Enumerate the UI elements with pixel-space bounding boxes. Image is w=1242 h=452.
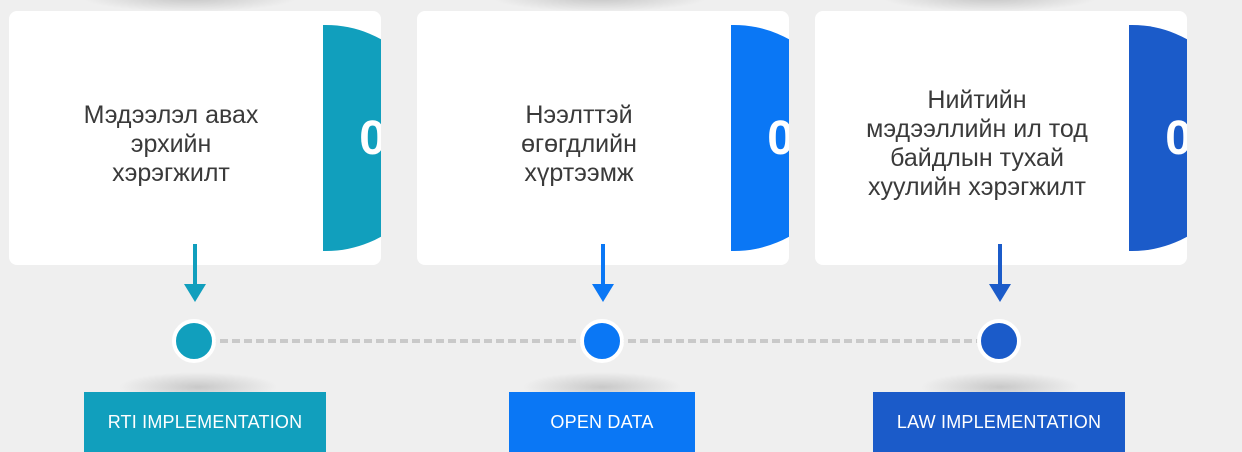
step-number: 01 [359, 111, 381, 165]
arrow-down-icon [989, 244, 1011, 302]
step-title-text: Мэдээлэл авах эрхийн хэрэгжилт [83, 100, 259, 187]
step-title-text: Нээлттэй өгөгдлийн хүртээмж [521, 100, 637, 187]
step-number: 02 [767, 111, 789, 165]
step-card-2: Нээлттэй өгөгдлийн хүртээмж 02 [417, 11, 789, 265]
timeline-diagram: Мэдээлэл авах эрхийн хэрэгжилт 01 Нээлтт… [0, 0, 1242, 452]
step-number: 03 [1165, 111, 1187, 165]
step-card-3: Нийтийн мэдээллийн ил тод байдлын тухай … [815, 11, 1187, 265]
timeline-dot-1 [172, 319, 216, 363]
arrow-down-icon [184, 244, 206, 302]
step-label-1: RTI IMPLEMENTATION [84, 392, 326, 452]
step-title-text: Нийтийн мэдээллийн ил тод байдлын тухай … [866, 86, 1088, 201]
arrow-down-icon [592, 244, 614, 302]
step-label-2: OPEN DATA [509, 392, 695, 452]
step-card-1: Мэдээлэл авах эрхийн хэрэгжилт 01 [9, 11, 381, 265]
timeline-dot-2 [580, 319, 624, 363]
step-title: Нээлттэй өгөгдлийн хүртээмж [439, 11, 719, 265]
step-title: Нийтийн мэдээллийн ил тод байдлын тухай … [837, 11, 1117, 265]
step-label-3: LAW IMPLEMENTATION [873, 392, 1125, 452]
step-title: Мэдээлэл авах эрхийн хэрэгжилт [31, 11, 311, 265]
timeline-dot-3 [977, 319, 1021, 363]
